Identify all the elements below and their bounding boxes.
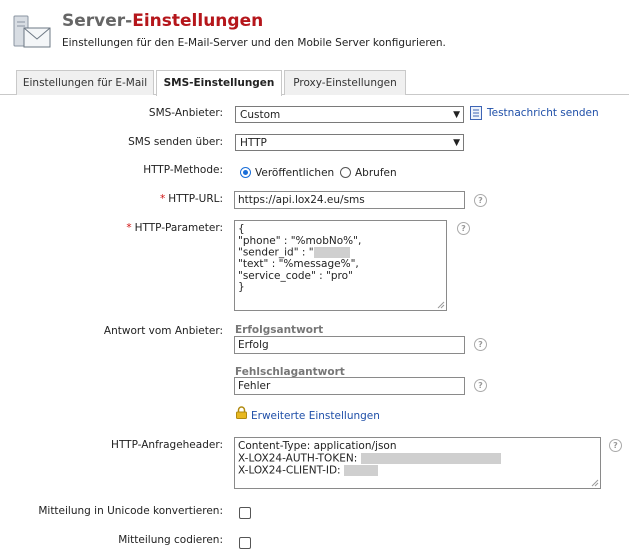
success-response-label: Erfolgsantwort (235, 324, 324, 336)
advanced-settings-link[interactable]: Erweiterte Einstellungen (251, 410, 380, 422)
chevron-down-icon: ▼ (453, 110, 460, 120)
tab-email-settings[interactable]: Einstellungen für E-Mail (16, 70, 154, 95)
help-icon[interactable]: ? (474, 194, 487, 207)
resize-grip-icon[interactable] (437, 301, 445, 309)
chevron-down-icon: ▼ (453, 138, 460, 148)
failure-response-input[interactable]: Fehler (234, 377, 465, 395)
page-subtitle: Einstellungen für den E-Mail-Server und … (62, 37, 446, 49)
send-via-select[interactable]: HTTP ▼ (235, 134, 464, 151)
provider-response-label: Antwort vom Anbieter: (103, 325, 223, 337)
required-marker: * (126, 222, 132, 234)
required-marker: * (159, 193, 166, 205)
redacted-value (343, 464, 378, 476)
send-test-message-link[interactable]: Testnachricht senden (487, 107, 599, 119)
tab-sms-settings[interactable]: SMS-Einstellungen (156, 70, 282, 96)
sms-provider-value: Custom (240, 109, 281, 121)
unicode-label: Mitteilung in Unicode konvertieren: (38, 505, 223, 517)
http-url-label: * HTTP-URL: (159, 193, 223, 205)
tab-bar: Einstellungen für E-Mail SMS-Einstellung… (16, 70, 629, 96)
radio-get[interactable] (340, 167, 351, 178)
http-headers-label: HTTP-Anfrageheader: (111, 439, 223, 451)
http-params-label: * HTTP-Parameter: (126, 222, 223, 234)
send-via-label: SMS senden über: (128, 136, 223, 148)
sms-provider-label: SMS-Anbieter: (148, 107, 223, 119)
message-template-icon[interactable] (470, 106, 482, 120)
radio-post[interactable] (240, 167, 251, 178)
redacted-value (313, 247, 350, 258)
http-headers-textarea[interactable]: Content-Type: application/json X-LOX24-A… (234, 437, 601, 489)
tab-proxy-settings[interactable]: Proxy-Einstellungen (284, 70, 406, 95)
send-via-value: HTTP (240, 137, 267, 149)
help-icon[interactable]: ? (474, 338, 487, 351)
redacted-value (360, 452, 501, 464)
http-params-textarea[interactable]: { "phone" : "%mobNo%", "sender_id" : " "… (234, 220, 447, 311)
encode-checkbox[interactable] (239, 537, 251, 549)
unicode-checkbox[interactable] (239, 507, 251, 519)
radio-post-label: Veröffentlichen (255, 167, 335, 179)
sms-provider-select[interactable]: Custom ▼ (235, 106, 464, 123)
help-icon[interactable]: ? (457, 222, 470, 235)
radio-get-label: Abrufen (355, 167, 397, 179)
lock-icon (236, 406, 247, 419)
page-title: Server-Einstellungen (62, 11, 264, 31)
success-response-input[interactable]: Erfolg (234, 336, 465, 354)
http-method-label: HTTP-Methode: (143, 164, 223, 176)
help-icon[interactable]: ? (609, 439, 622, 452)
email-server-icon (12, 14, 54, 50)
help-icon[interactable]: ? (474, 379, 487, 392)
resize-grip-icon[interactable] (591, 479, 599, 487)
http-url-input[interactable]: https://api.lox24.eu/sms (234, 191, 465, 209)
encode-label: Mitteilung codieren: (118, 534, 223, 546)
